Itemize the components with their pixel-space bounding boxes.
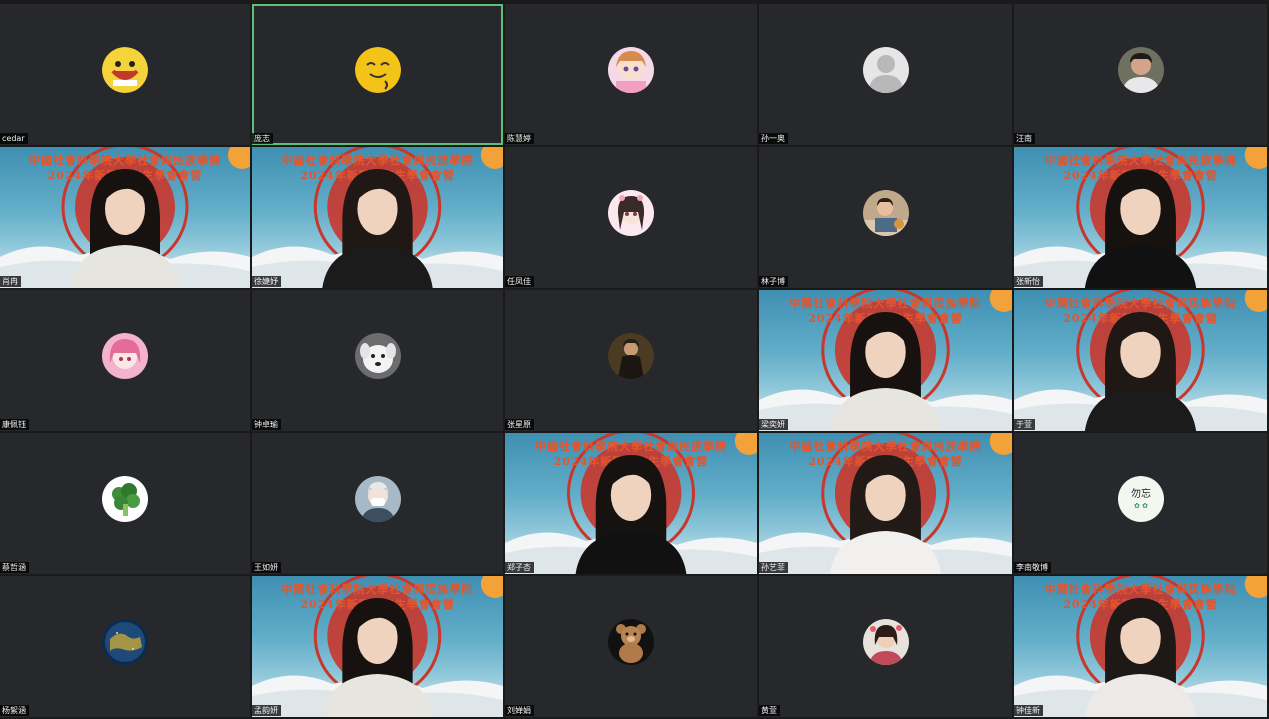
participant-video-feed <box>1014 576 1267 717</box>
participant-tile[interactable]: 中國社會科學院大學社會與民族學院2024年新聞研究生學會會營肖冉 <box>0 147 250 288</box>
default-person-avatar-icon <box>862 46 909 93</box>
participant-name-label: 汪南 <box>1014 133 1035 144</box>
participant-video-feed <box>759 290 1012 431</box>
participant-video-feed <box>759 433 1012 574</box>
participant-tile[interactable]: 汪南 <box>1014 4 1267 145</box>
photo-person-avatar-icon <box>1117 46 1164 93</box>
participant-name-label: 孙艺菲 <box>759 562 788 573</box>
participant-name-label: 王如妍 <box>252 562 281 573</box>
participant-name-label: 孟韵妍 <box>252 705 281 716</box>
participant-tile[interactable]: 陈慧婷 <box>505 4 757 145</box>
participant-tile[interactable]: 中國社會科學院大學社會與民族學院2024年新聞研究生學會會營梁奕妍 <box>759 290 1012 431</box>
participant-tile[interactable]: 中國社會科學院大學社會與民族學院2024年新聞研究生學會會營孙艺菲 <box>759 433 1012 574</box>
participant-tile[interactable]: 刘婵娟 <box>505 576 757 717</box>
participant-video-feed <box>1014 147 1267 288</box>
participant-tile[interactable]: 蔡哲涵 <box>0 433 250 574</box>
participant-name-label: 林子博 <box>759 276 788 287</box>
participant-tile[interactable]: 康佩钰 <box>0 290 250 431</box>
anime-girl-avatar-icon <box>608 46 654 93</box>
participant-name-label: 梁奕妍 <box>759 419 788 430</box>
participant-video-feed <box>252 576 503 717</box>
participant-tile[interactable]: 中國社會科學院大學社會與民族學院2024年新聞研究生學會會營钟佳新 <box>1014 576 1267 717</box>
participant-tile[interactable]: 黄萱 <box>759 576 1012 717</box>
participant-name-label: 黄萱 <box>759 705 780 716</box>
participant-name-label: 蔡哲涵 <box>0 562 29 573</box>
participant-tile[interactable]: 庞志 <box>252 4 503 145</box>
participant-tile[interactable]: 中國社會科學院大學社會與民族學院2024年新聞研究生學會會營孟韵妍 <box>252 576 503 717</box>
participant-tile[interactable]: 林子博 <box>759 147 1012 288</box>
participant-name-label: 康佩钰 <box>0 419 29 430</box>
participant-name-label: 张新怡 <box>1014 276 1043 287</box>
participant-name-label: 孙一奥 <box>759 133 788 144</box>
participant-tile[interactable]: 王如妍 <box>252 433 503 574</box>
participant-tile[interactable]: 勿忘 ✿ ✿ 李南敬博 <box>1014 433 1267 574</box>
participant-tile[interactable]: 任凤佳 <box>505 147 757 288</box>
participant-name-label: 肖冉 <box>0 276 21 287</box>
girl-photo-avatar-icon <box>862 618 909 665</box>
participant-tile[interactable]: 孙一奥 <box>759 4 1012 145</box>
portrait-painting-avatar-icon <box>608 332 654 379</box>
participant-name-label: 杨絮涵 <box>0 705 29 716</box>
participant-name-label: 陈慧婷 <box>505 133 534 144</box>
video-grid: cedar 庞志 陈慧婷 孙一奥 汪南中國社會科學院大學社會與民族學院2024年新聞研究… <box>0 4 1269 719</box>
handwriting-avatar-icon: 勿忘 ✿ ✿ <box>1117 475 1164 522</box>
participant-name-label: cedar <box>0 133 28 144</box>
white-dog-avatar-icon <box>354 332 401 379</box>
participant-name-label: 于萱 <box>1014 419 1035 430</box>
participant-tile[interactable]: 张星原 <box>505 290 757 431</box>
participant-name-label: 李南敬博 <box>1014 562 1051 573</box>
participant-tile[interactable]: 中國社會科學院大學社會與民族學院2024年新聞研究生學會會營于萱 <box>1014 290 1267 431</box>
anime-girl-pink-avatar-icon <box>608 189 654 236</box>
teddy-bear-avatar-icon <box>608 618 654 665</box>
participant-video-feed <box>252 147 503 288</box>
earth-night-avatar-icon <box>102 618 148 665</box>
participant-tile[interactable]: cedar <box>0 4 250 145</box>
participant-tile[interactable]: 中國社會科學院大學社會與民族學院2024年新聞研究生學會會營张新怡 <box>1014 147 1267 288</box>
smile-emoji-avatar-icon <box>102 46 148 93</box>
masked-person-avatar-icon <box>354 475 401 522</box>
participant-name-label: 徐婕妤 <box>252 276 281 287</box>
participant-name-label: 钟卓瑜 <box>252 419 281 430</box>
participant-tile[interactable]: 杨絮涵 <box>0 576 250 717</box>
participant-name-label: 钟佳新 <box>1014 705 1043 716</box>
participant-tile[interactable]: 中國社會科學院大學社會與民族學院2024年新聞研究生學會會營徐婕妤 <box>252 147 503 288</box>
pink-anime-avatar-icon <box>102 332 148 379</box>
participant-video-feed <box>0 147 250 288</box>
child-photo-avatar-icon <box>862 189 909 236</box>
broccoli-avatar-icon <box>102 475 148 522</box>
participant-name-label: 刘婵娟 <box>505 705 534 716</box>
participant-name-label: 任凤佳 <box>505 276 534 287</box>
participant-name-label: 张星原 <box>505 419 534 430</box>
participant-video-feed <box>1014 290 1267 431</box>
participant-video-feed <box>505 433 757 574</box>
yellow-cartoon-avatar-icon <box>354 46 401 93</box>
svg-text:✿ ✿: ✿ ✿ <box>1134 502 1148 510</box>
participant-name-label: 庞志 <box>252 133 273 144</box>
svg-text:勿忘: 勿忘 <box>1131 487 1151 500</box>
participant-tile[interactable]: 钟卓瑜 <box>252 290 503 431</box>
participant-name-label: 郑子杏 <box>505 562 534 573</box>
participant-tile[interactable]: 中國社會科學院大學社會與民族學院2024年新聞研究生學會會營郑子杏 <box>505 433 757 574</box>
